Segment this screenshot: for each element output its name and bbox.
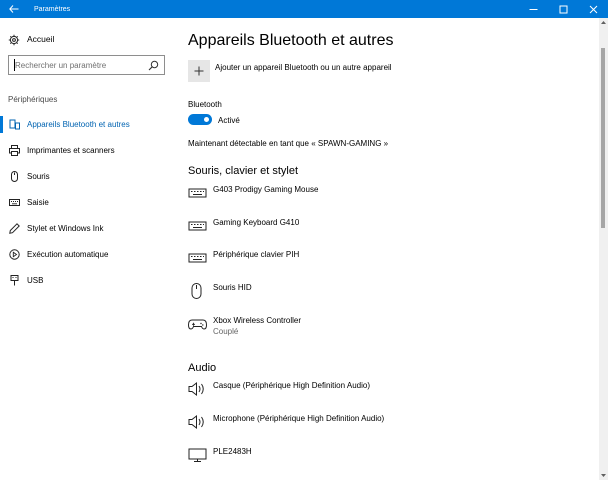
toggle-knob: [204, 117, 209, 122]
scroll-thumb[interactable]: [601, 48, 605, 228]
bluetooth-devices-icon: [9, 119, 20, 130]
main-content: Appareils Bluetooth et autres Ajouter un…: [188, 18, 598, 480]
device-item[interactable]: Casque (Périphérique High Definition Aud…: [188, 380, 588, 408]
device-name: Microphone (Périphérique High Definition…: [213, 414, 385, 423]
device-name: Périphérique clavier PIH: [213, 250, 300, 259]
mouse-icon: [191, 283, 202, 299]
sidebar-item-bluetooth[interactable]: Appareils Bluetooth et autres: [0, 115, 170, 135]
scrollbar[interactable]: [599, 18, 608, 480]
sidebar-item-home[interactable]: Accueil: [0, 30, 170, 50]
title-bar: Paramètres: [0, 0, 608, 18]
maximize-icon: [559, 5, 567, 13]
scroll-down-icon[interactable]: [599, 471, 608, 480]
device-name: Xbox Wireless Controller: [213, 316, 302, 325]
minimize-button[interactable]: [518, 0, 548, 18]
pen-icon: [9, 223, 20, 234]
speaker-icon: [188, 414, 204, 430]
sidebar-item-label: Souris: [27, 172, 50, 181]
bluetooth-toggle[interactable]: [188, 114, 212, 125]
device-item[interactable]: Souris HID: [188, 282, 588, 310]
device-item[interactable]: Xbox Wireless Controller Couplé: [188, 315, 588, 343]
usb-icon: [10, 275, 19, 286]
sidebar-item-typing[interactable]: Saisie: [0, 193, 170, 213]
autoplay-icon: [9, 249, 20, 260]
sidebar-item-label: Imprimantes et scanners: [27, 146, 115, 155]
maximize-button[interactable]: [548, 0, 578, 18]
bluetooth-label: Bluetooth: [188, 100, 222, 109]
sidebar-item-label: USB: [27, 276, 44, 285]
keyboard-icon: [188, 188, 207, 198]
discoverable-text: Maintenant détectable en tant que « SPAW…: [188, 139, 389, 148]
page-title: Appareils Bluetooth et autres: [188, 32, 394, 49]
window-title: Paramètres: [34, 5, 71, 13]
device-item[interactable]: Périphérique clavier PIH: [188, 249, 588, 277]
device-name: G403 Prodigy Gaming Mouse: [213, 185, 319, 194]
sidebar-item-label: Exécution automatique: [27, 250, 109, 259]
close-icon: [589, 5, 597, 13]
keyboard-icon: [188, 253, 207, 263]
sidebar-item-label: Stylet et Windows Ink: [27, 224, 104, 233]
back-button[interactable]: [0, 0, 28, 18]
keyboard-icon: [9, 199, 20, 206]
minimize-icon: [529, 8, 537, 10]
sidebar-item-label: Saisie: [27, 198, 49, 207]
device-item[interactable]: Microphone (Périphérique High Definition…: [188, 413, 588, 441]
gear-icon: [8, 34, 20, 46]
device-item[interactable]: G403 Prodigy Gaming Mouse: [188, 184, 588, 212]
device-status: Couplé: [213, 327, 239, 336]
device-name: Casque (Périphérique High Definition Aud…: [213, 381, 370, 390]
add-device-button[interactable]: [188, 60, 210, 82]
sidebar-item-label: Appareils Bluetooth et autres: [27, 120, 130, 129]
device-name: Gaming Keyboard G410: [213, 218, 300, 227]
device-item[interactable]: PLE2483H: [188, 446, 588, 474]
section-title-input-devices: Souris, clavier et stylet: [188, 165, 299, 177]
sidebar-item-pen[interactable]: Stylet et Windows Ink: [0, 219, 170, 239]
sidebar-item-mouse[interactable]: Souris: [0, 167, 170, 187]
search-icon[interactable]: [148, 60, 159, 71]
active-indicator: [0, 116, 3, 133]
search-input[interactable]: [15, 59, 143, 71]
bluetooth-toggle-state: Activé: [218, 116, 240, 125]
sidebar-item-usb[interactable]: USB: [0, 271, 170, 291]
back-arrow-icon: [9, 5, 19, 13]
device-item[interactable]: Gaming Keyboard G410: [188, 217, 588, 245]
sidebar-item-printers[interactable]: Imprimantes et scanners: [0, 141, 170, 161]
sidebar-section-title: Périphériques: [8, 95, 58, 104]
mouse-icon: [11, 171, 18, 182]
gamepad-icon: [188, 319, 208, 330]
device-name: Souris HID: [213, 283, 252, 292]
section-title-audio: Audio: [188, 362, 217, 374]
device-name: PLE2483H: [213, 447, 252, 456]
sidebar: Accueil Périphériques Appareils Bluetoot…: [0, 18, 170, 480]
search-box[interactable]: [8, 55, 165, 75]
monitor-icon: [188, 448, 207, 462]
scroll-up-icon[interactable]: [599, 18, 608, 27]
speaker-icon: [188, 381, 204, 397]
plus-icon: [194, 66, 204, 76]
add-device-link[interactable]: Ajouter un appareil Bluetooth ou un autr…: [215, 63, 392, 72]
sidebar-item-autoplay[interactable]: Exécution automatique: [0, 245, 170, 265]
sidebar-home-label: Accueil: [27, 34, 55, 44]
keyboard-icon: [188, 221, 207, 231]
close-button[interactable]: [578, 0, 608, 18]
printer-icon: [9, 145, 20, 156]
